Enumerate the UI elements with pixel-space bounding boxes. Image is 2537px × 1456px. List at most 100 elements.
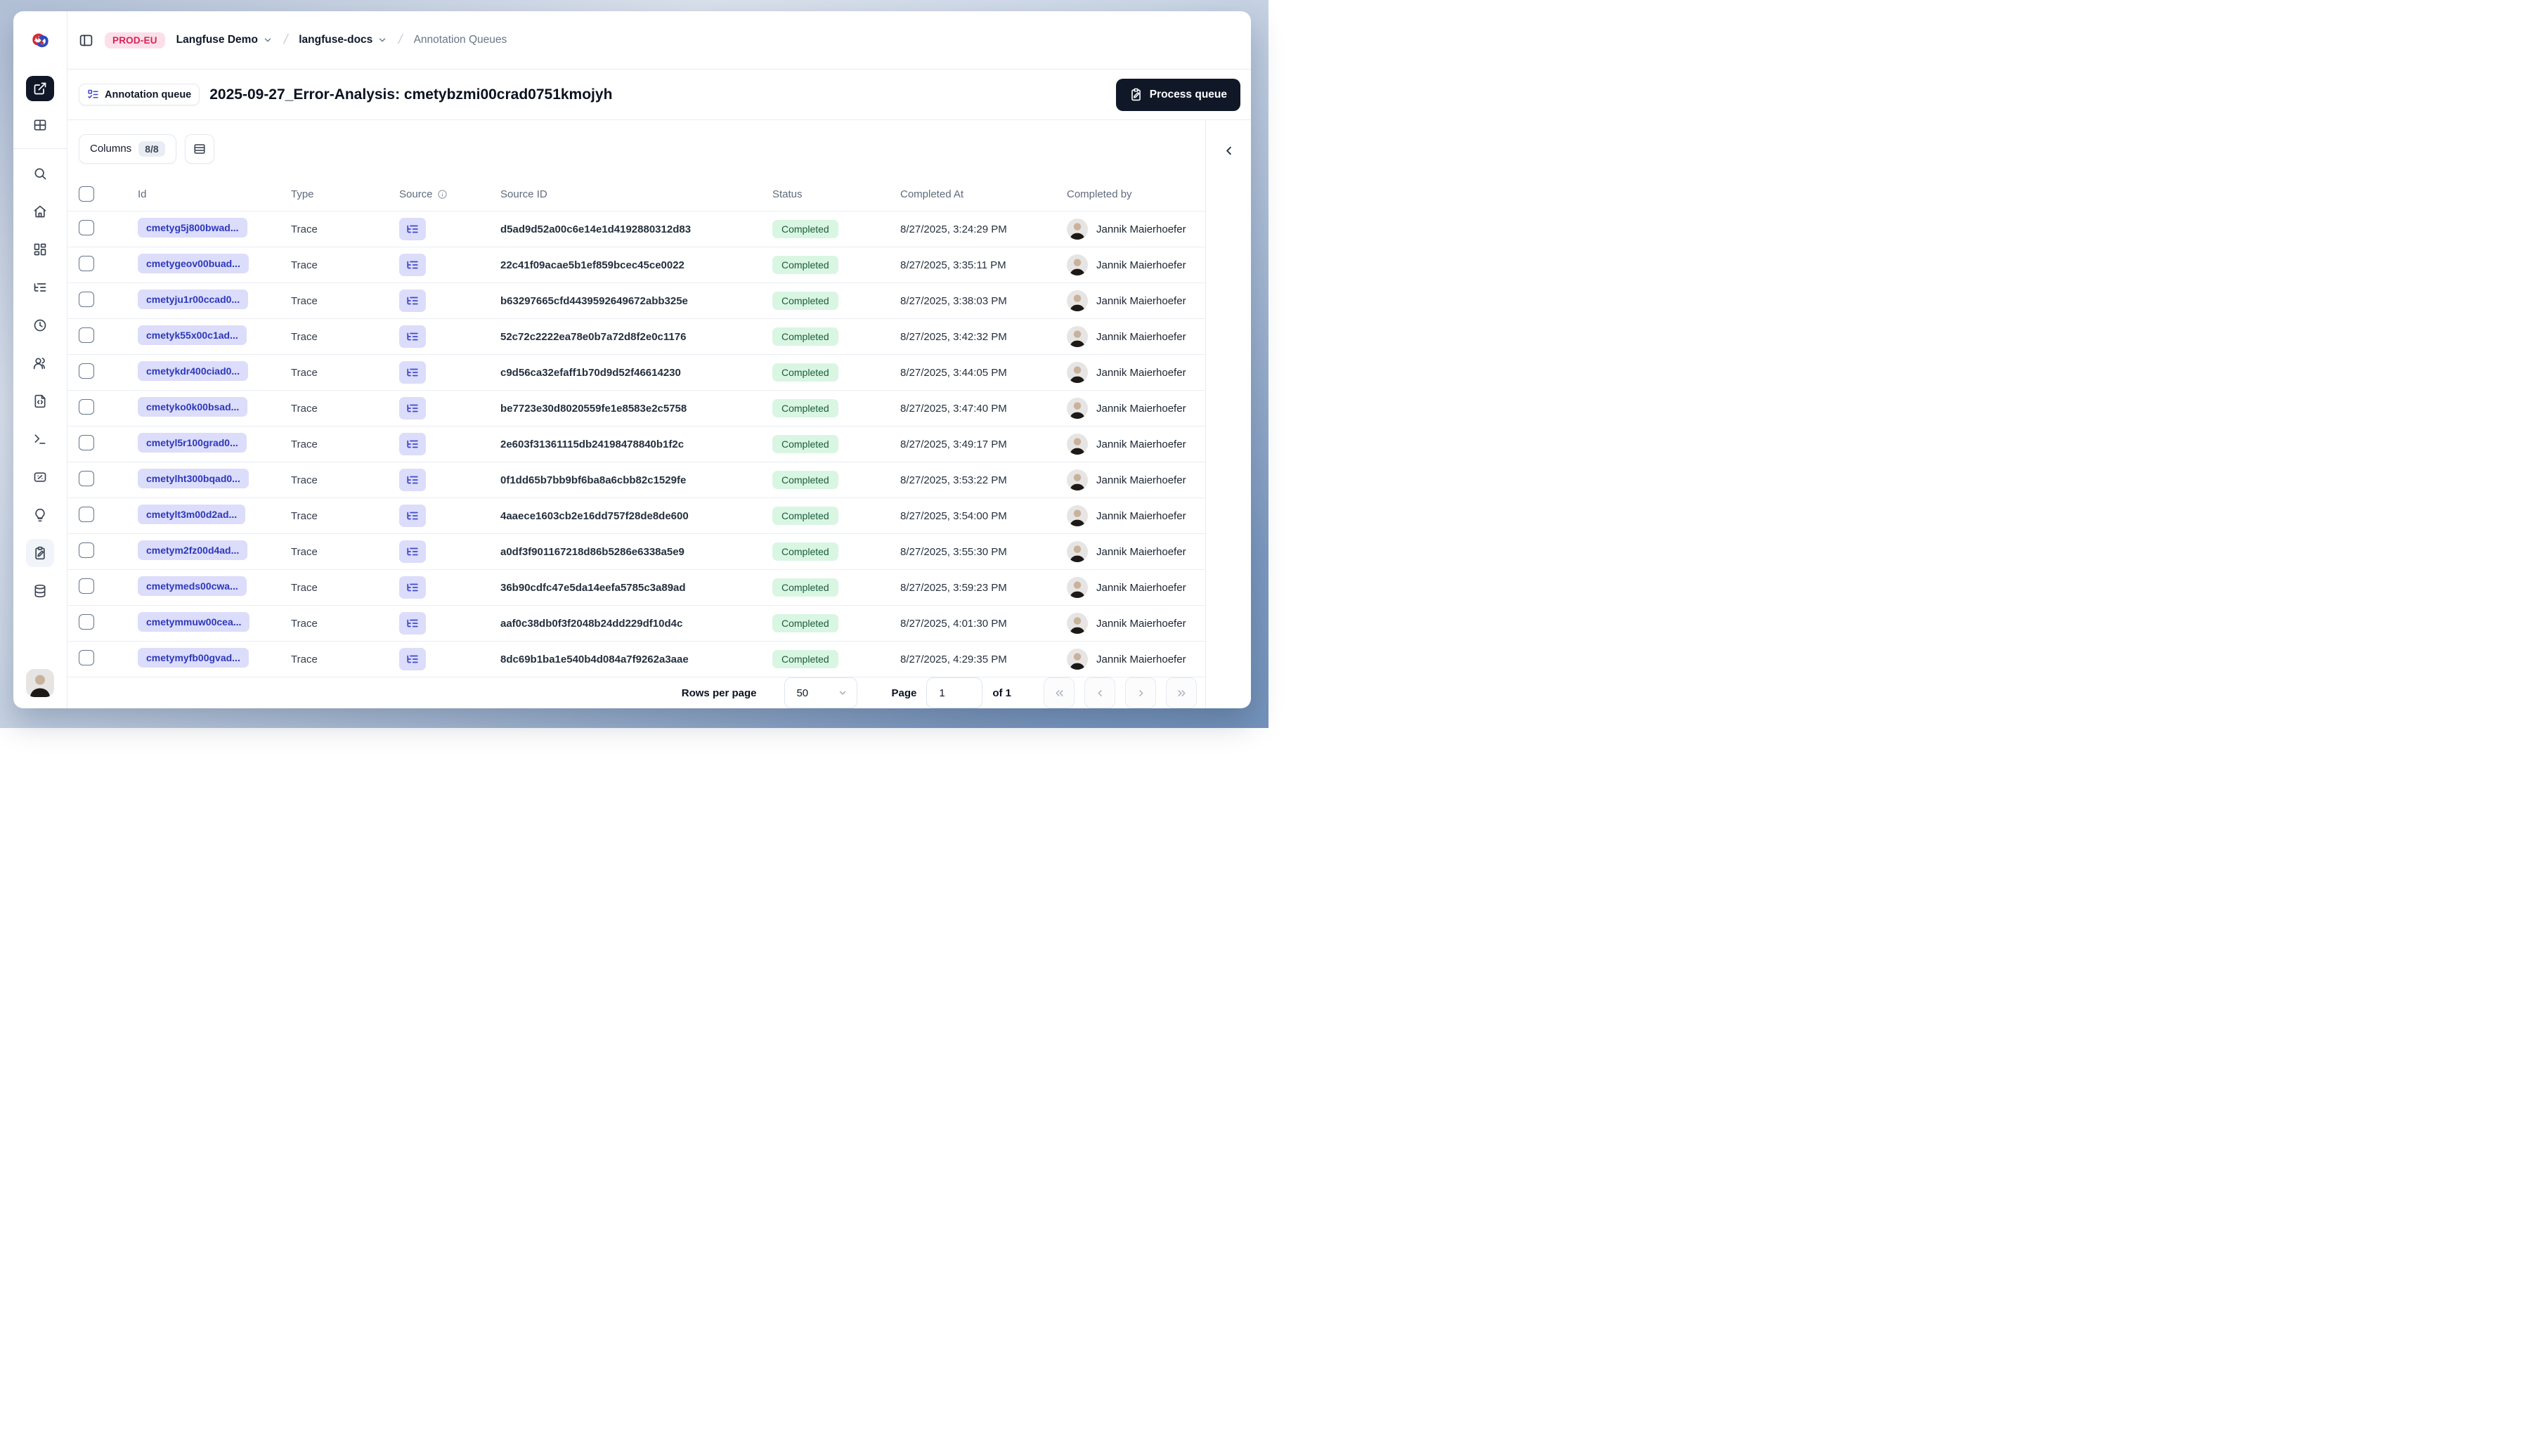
row-height-button[interactable] — [184, 134, 214, 164]
table-row[interactable]: cmetylht300bqad0... Trace 0f1dd65b7bb9bf… — [67, 462, 1205, 498]
trace-source-button[interactable] — [399, 505, 426, 527]
row-id-badge[interactable]: cmetykdr400ciad0... — [138, 361, 249, 381]
org-logo[interactable] — [13, 11, 67, 69]
table-row[interactable]: cmetygeov00buad... Trace 22c41f09acae5b1… — [67, 247, 1205, 283]
row-id-badge[interactable]: cmetymyfb00gvad... — [138, 648, 249, 668]
row-checkbox[interactable] — [79, 327, 94, 343]
row-user-name: Jannik Maierhoefer — [1096, 402, 1186, 415]
project-switcher[interactable]: langfuse-docs — [299, 34, 387, 46]
table-body: cmetyg5j800bwad... Trace d5ad9d52a00c6e1… — [67, 212, 1205, 677]
row-id-badge[interactable]: cmetym2fz00d4ad... — [138, 540, 248, 560]
row-checkbox[interactable] — [79, 578, 94, 594]
table-row[interactable]: cmetyg5j800bwad... Trace d5ad9d52a00c6e1… — [67, 212, 1205, 247]
row-id-badge[interactable]: cmetyk55x00c1ad... — [138, 325, 247, 345]
select-all-checkbox[interactable] — [79, 186, 94, 202]
user-avatar[interactable] — [26, 669, 54, 697]
trace-source-button[interactable] — [399, 540, 426, 563]
table-row[interactable]: cmetyl5r100grad0... Trace 2e603f31361115… — [67, 427, 1205, 462]
chevron-down-icon — [379, 38, 386, 42]
annotation-queue-badge-label: Annotation queue — [105, 89, 192, 100]
row-id-badge[interactable]: cmetymmuw00cea... — [138, 612, 250, 632]
expand-panel-button[interactable] — [1219, 141, 1238, 162]
row-checkbox[interactable] — [79, 399, 94, 415]
table-row[interactable]: cmetymyfb00gvad... Trace 8dc69b1ba1e540b… — [67, 642, 1205, 677]
sidebar-toggle-button[interactable] — [79, 33, 93, 48]
column-header-source[interactable]: Source — [399, 188, 500, 200]
row-id-badge[interactable]: cmetylht300bqad0... — [138, 469, 249, 488]
page-number-input[interactable] — [926, 677, 983, 708]
org-switcher[interactable]: Langfuse Demo — [176, 34, 273, 46]
column-header-id[interactable]: Id — [138, 188, 291, 200]
column-header-source-id[interactable]: Source ID — [500, 188, 772, 200]
sidebar-item-annotation-queues[interactable] — [26, 539, 54, 567]
table-row[interactable]: cmetyko0k00bsad... Trace be7723e30d80205… — [67, 391, 1205, 427]
sidebar-item-evaluation[interactable] — [26, 501, 54, 529]
row-checkbox[interactable] — [79, 542, 94, 558]
table-row[interactable]: cmetymeds00cwa... Trace 36b90cdfc47e5da1… — [67, 570, 1205, 606]
row-id-badge[interactable]: cmetyko0k00bsad... — [138, 397, 248, 417]
trace-source-button[interactable] — [399, 325, 426, 348]
table-row[interactable]: cmetykdr400ciad0... Trace c9d56ca32efaff… — [67, 355, 1205, 391]
sidebar-item-playground[interactable] — [26, 425, 54, 453]
sidebar-item-home[interactable] — [26, 197, 54, 226]
row-id-badge[interactable]: cmetyju1r00ccad0... — [138, 290, 249, 309]
process-queue-button[interactable]: Process queue — [1115, 78, 1240, 111]
sidebar-item-sessions[interactable] — [26, 311, 54, 339]
row-id-badge[interactable]: cmetymeds00cwa... — [138, 576, 247, 596]
row-id-badge[interactable]: cmetylt3m00d2ad... — [138, 505, 246, 524]
row-source-id: a0df3f901167218d86b5286e6338a5e9 — [500, 545, 684, 558]
row-id-badge[interactable]: cmetygeov00buad... — [138, 254, 249, 273]
table-view-button[interactable] — [26, 111, 54, 139]
row-checkbox[interactable] — [79, 650, 94, 665]
sidebar-item-users[interactable] — [26, 349, 54, 377]
trace-source-button[interactable] — [399, 648, 426, 670]
table-row[interactable]: cmetylt3m00d2ad... Trace 4aaece1603cb2e1… — [67, 498, 1205, 534]
table-row[interactable]: cmetyju1r00ccad0... Trace b63297665cfd44… — [67, 283, 1205, 319]
sidebar-item-dashboards[interactable] — [26, 235, 54, 264]
next-page-button[interactable] — [1125, 677, 1156, 708]
table-row[interactable]: cmetymmuw00cea... Trace aaf0c38db0f3f204… — [67, 606, 1205, 642]
trace-source-button[interactable] — [399, 218, 426, 240]
first-page-button[interactable] — [1044, 677, 1075, 708]
avatar-photo — [1067, 219, 1088, 240]
row-checkbox[interactable] — [79, 471, 94, 486]
sidebar-item-prompts[interactable] — [26, 387, 54, 415]
sidebar-item-search[interactable] — [26, 160, 54, 188]
column-header-completed-by[interactable]: Completed by — [1067, 188, 1205, 200]
row-type: Trace — [291, 617, 318, 630]
trace-source-button[interactable] — [399, 361, 426, 384]
rows-per-page-select[interactable]: 50 — [784, 677, 858, 708]
row-checkbox[interactable] — [79, 256, 94, 271]
row-checkbox[interactable] — [79, 220, 94, 235]
row-user-name: Jannik Maierhoefer — [1096, 581, 1186, 594]
trace-source-button[interactable] — [399, 612, 426, 635]
column-header-completed-at[interactable]: Completed At — [900, 188, 1067, 200]
sidebar-item-scores[interactable] — [26, 463, 54, 491]
trace-source-button[interactable] — [399, 576, 426, 599]
open-in-new-button[interactable] — [26, 76, 54, 101]
last-page-button[interactable] — [1166, 677, 1197, 708]
users-icon — [33, 358, 46, 370]
row-checkbox[interactable] — [79, 292, 94, 307]
trace-source-button[interactable] — [399, 433, 426, 455]
trace-source-button[interactable] — [399, 397, 426, 420]
row-completed-at: 8/27/2025, 3:49:17 PM — [900, 438, 1007, 450]
trace-source-button[interactable] — [399, 469, 426, 491]
row-checkbox[interactable] — [79, 435, 94, 450]
row-id-badge[interactable]: cmetyg5j800bwad... — [138, 218, 247, 238]
row-checkbox[interactable] — [79, 507, 94, 522]
previous-page-button[interactable] — [1084, 677, 1115, 708]
columns-button[interactable]: Columns 8/8 — [79, 134, 176, 164]
sidebar-item-datasets[interactable] — [26, 577, 54, 605]
trace-source-button[interactable] — [399, 290, 426, 312]
row-id-badge[interactable]: cmetyl5r100grad0... — [138, 433, 247, 453]
table-row[interactable]: cmetyk55x00c1ad... Trace 52c72c2222ea78e… — [67, 319, 1205, 355]
column-header-status[interactable]: Status — [772, 188, 900, 200]
row-checkbox[interactable] — [79, 614, 94, 630]
process-queue-button-label: Process queue — [1149, 88, 1227, 100]
column-header-type[interactable]: Type — [291, 188, 399, 200]
table-row[interactable]: cmetym2fz00d4ad... Trace a0df3f901167218… — [67, 534, 1205, 570]
trace-source-button[interactable] — [399, 254, 426, 276]
sidebar-item-tracing[interactable] — [26, 273, 54, 301]
row-checkbox[interactable] — [79, 363, 94, 379]
